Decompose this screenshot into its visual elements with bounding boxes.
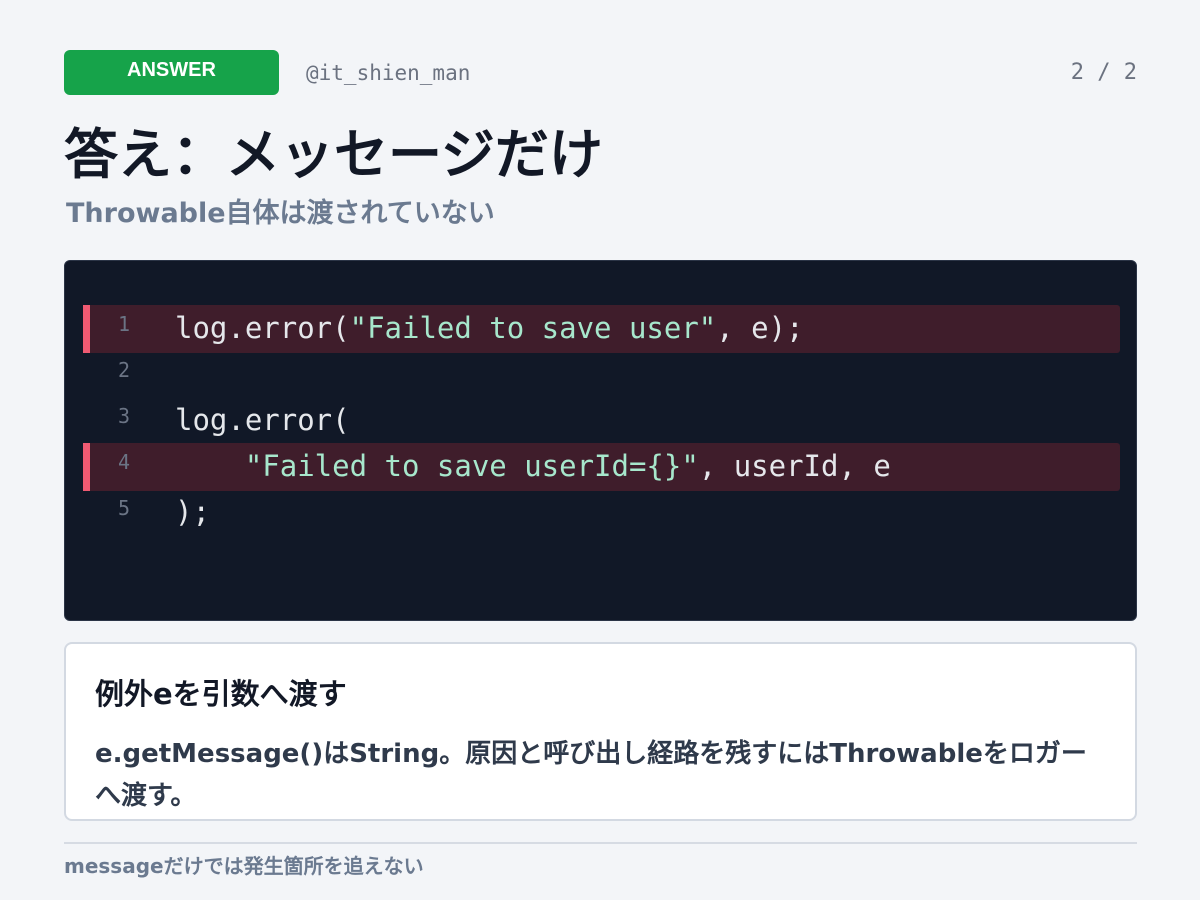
line-number: 5: [117, 496, 131, 520]
code-line-5: 5 );: [83, 489, 1120, 537]
author-handle: @it_shien_man: [306, 61, 471, 85]
explanation-title: 例外eを引数へ渡す: [95, 677, 347, 711]
code-text: "Failed to save userId={}", userId, e: [244, 449, 891, 483]
code-text: );: [175, 495, 210, 529]
string-literal: "Failed to save user": [349, 311, 717, 345]
page-title: 答え：メッセージだけ: [64, 123, 603, 186]
header: ANSWER @it_shien_man 2 / 2: [64, 50, 1137, 95]
code-line-1: 1 log.error("Failed to save user", e);: [83, 305, 1120, 353]
explanation-card: 例外eを引数へ渡す e.getMessage()はString。原因と呼び出し経…: [64, 642, 1137, 821]
footer-divider: [64, 842, 1137, 844]
code-block: 1 log.error("Failed to save user", e); 2…: [64, 260, 1137, 621]
line-number: 1: [117, 312, 131, 336]
page-counter: 2 / 2: [1070, 60, 1137, 85]
line-number: 2: [117, 358, 131, 382]
line-number: 3: [117, 404, 131, 428]
code-text: log.error("Failed to save user", e);: [175, 311, 804, 345]
page-subtitle: Throwable自体は渡されていない: [66, 198, 495, 229]
line-number: 4: [117, 450, 131, 474]
explanation-body: e.getMessage()はString。原因と呼び出し経路を残すにはThro…: [95, 739, 1087, 811]
code-line-2: 2: [83, 351, 1120, 399]
footer-note: messageだけでは発生箇所を追えない: [64, 854, 424, 878]
code-line-4: 4 "Failed to save userId={}", userId, e: [83, 443, 1120, 491]
code-text: log.error(: [175, 403, 350, 437]
code-line-3: 3 log.error(: [83, 397, 1120, 445]
answer-badge: ANSWER: [64, 50, 279, 95]
string-literal: "Failed to save userId={}": [244, 449, 699, 483]
